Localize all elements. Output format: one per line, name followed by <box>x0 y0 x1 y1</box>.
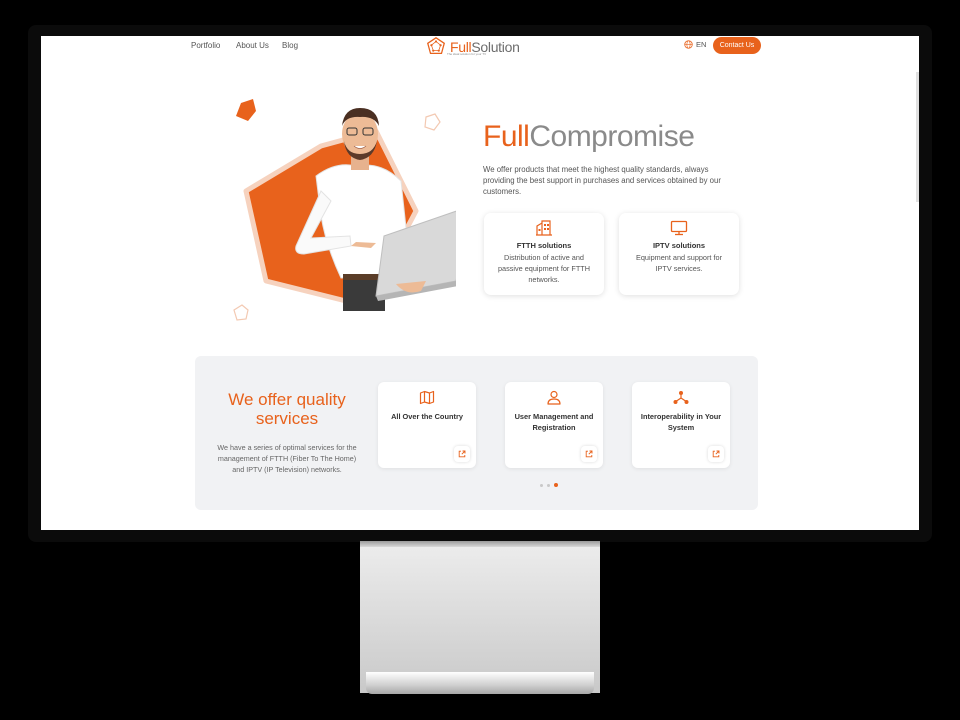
outline-pentagon-top <box>424 113 441 131</box>
page-scrollbar[interactable] <box>916 72 919 202</box>
carousel-dot-active[interactable] <box>554 483 558 487</box>
hero-title-compromise: Compromise <box>529 120 695 153</box>
services-description: We have a series of optimal services for… <box>217 443 357 474</box>
external-link-icon <box>585 450 593 458</box>
monitor-base <box>366 672 594 694</box>
contact-us-button[interactable]: Contact Us <box>713 37 761 54</box>
service-label: Interoperability in Your System <box>640 412 722 432</box>
top-navbar: Portfolio About Us Blog FullSolution The… <box>41 36 919 58</box>
service-card-user-management[interactable]: User Management and Registration <box>505 382 603 468</box>
external-link-icon <box>458 450 466 458</box>
hero-title-full: Full <box>483 120 530 153</box>
map-icon <box>419 390 435 405</box>
website-screen: Portfolio About Us Blog FullSolution The… <box>41 36 919 530</box>
user-icon <box>547 390 561 405</box>
external-link-icon <box>712 450 720 458</box>
card-ftth-title: FTTH solutions <box>516 241 572 250</box>
services-title: We offer quality services <box>228 390 346 428</box>
small-orange-pentagon <box>236 99 256 121</box>
nav-link-about-us[interactable]: About Us <box>236 41 269 50</box>
hero-image <box>233 99 456 321</box>
service-label: User Management and Registration <box>514 412 594 432</box>
network-icon <box>673 391 689 404</box>
service-card-all-over-country[interactable]: All Over the Country <box>378 382 476 468</box>
card-ftth-solutions[interactable]: FTTH solutions Distribution of active an… <box>484 213 604 295</box>
language-selector[interactable]: EN <box>684 40 706 49</box>
language-label: EN <box>696 40 707 49</box>
service-label: All Over the Country <box>391 412 463 421</box>
card-ftth-text: Distribution of active and passive equip… <box>497 253 591 284</box>
nav-link-blog[interactable]: Blog <box>282 41 298 50</box>
card-iptv-text: Equipment and support for IPTV services. <box>636 253 722 273</box>
external-link-button[interactable] <box>708 446 724 462</box>
logo-mark-icon <box>427 37 445 55</box>
carousel-dot[interactable] <box>547 483 550 487</box>
outline-pentagon-bottom <box>233 304 249 321</box>
monitor-stand <box>360 541 600 693</box>
service-card-interoperability[interactable]: Interoperability in Your System <box>632 382 730 468</box>
globe-icon <box>684 40 693 49</box>
nav-link-portfolio[interactable]: Portfolio <box>191 41 220 50</box>
card-iptv-solutions[interactable]: IPTV solutions Equipment and support for… <box>619 213 739 295</box>
carousel-dot[interactable] <box>540 483 543 487</box>
hero-description: We offer products that meet the highest … <box>483 165 721 196</box>
external-link-button[interactable] <box>454 446 470 462</box>
services-section: We offer quality services We have a seri… <box>195 356 758 510</box>
hero-title: FullCompromise <box>483 120 695 154</box>
card-iptv-title: IPTV solutions <box>652 241 706 250</box>
carousel-dots <box>540 483 558 487</box>
external-link-button[interactable] <box>581 446 597 462</box>
monitor-icon <box>670 220 688 236</box>
logo-tagline: The ideal solution for your TV <box>447 52 487 56</box>
building-icon <box>536 220 552 236</box>
